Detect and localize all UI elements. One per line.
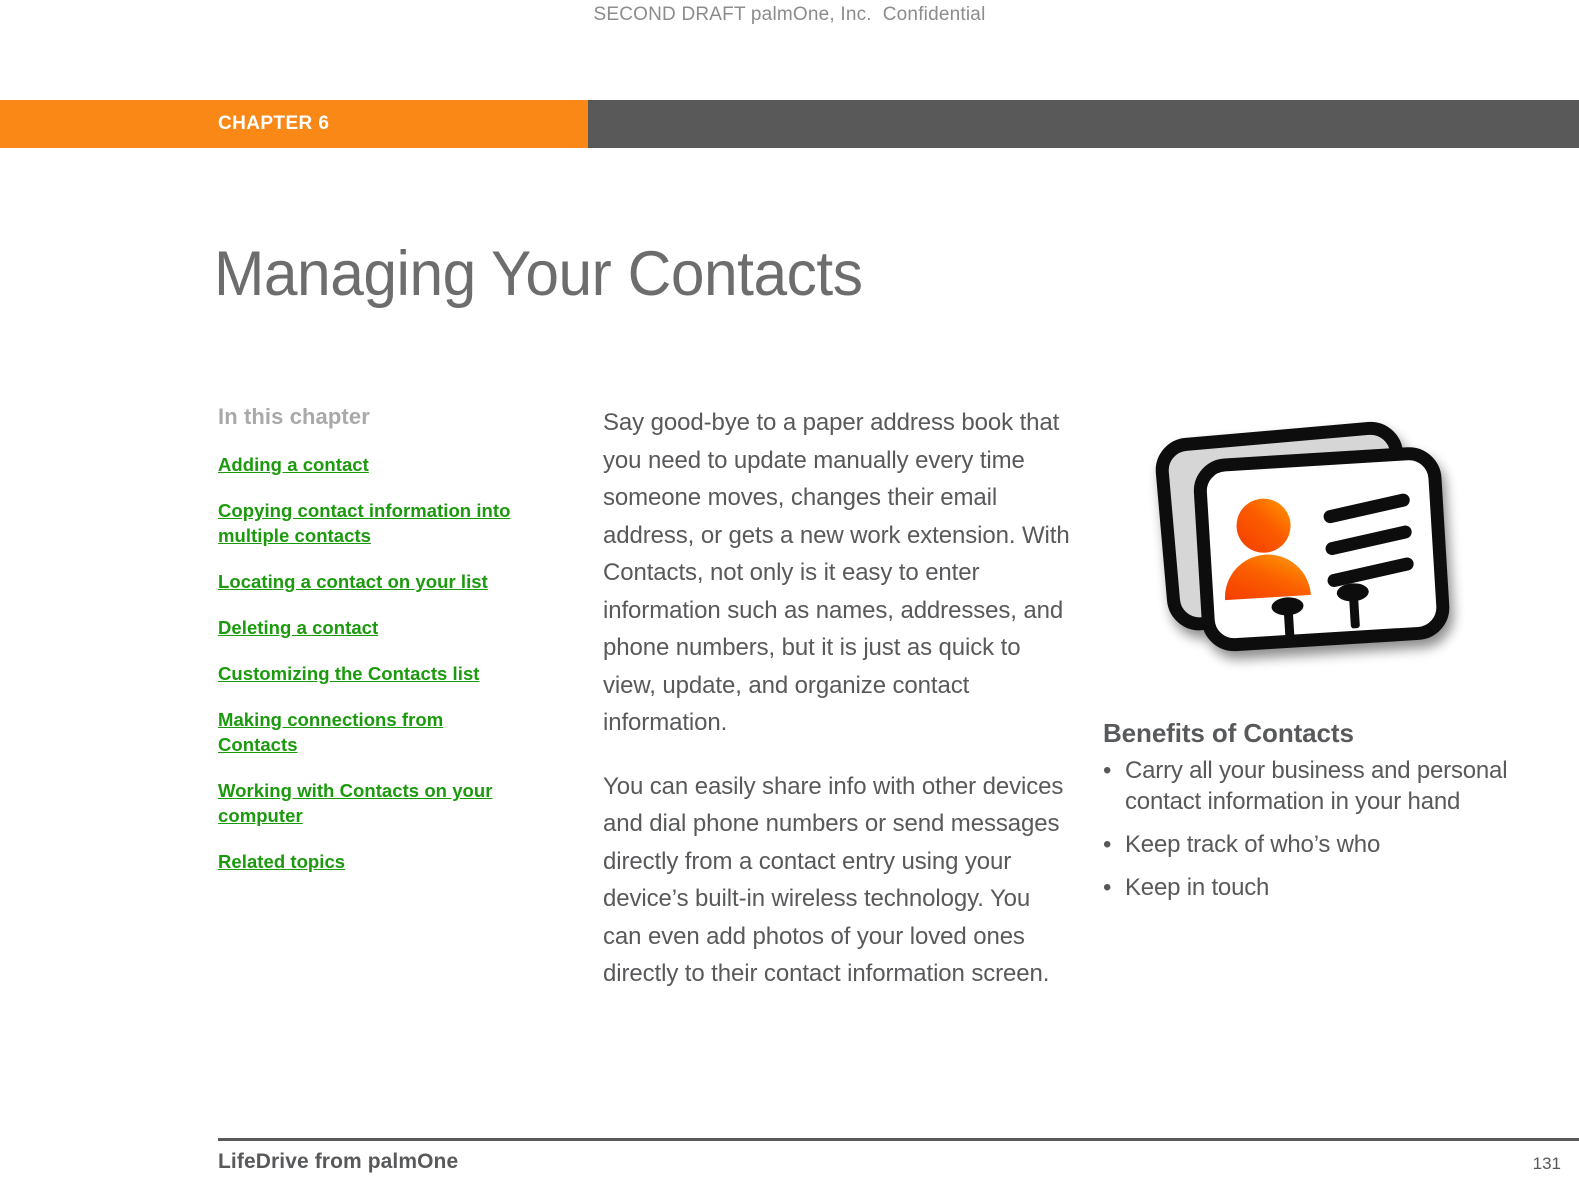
bullet-icon: • — [1103, 831, 1112, 858]
footer-divider — [218, 1138, 1579, 1141]
benefits-list-item: • Keep track of who’s who — [1103, 829, 1568, 860]
benefits-list: • Carry all your business and personal co… — [1103, 755, 1568, 903]
chapter-banner: CHAPTER 6 — [0, 100, 1579, 148]
page-title: Managing Your Contacts — [214, 239, 863, 310]
toc-link-copying-contact-information[interactable]: Copying contact information into multipl… — [218, 498, 518, 548]
in-this-chapter-heading: In this chapter — [218, 404, 370, 429]
toc-link-adding-a-contact[interactable]: Adding a contact — [218, 452, 518, 477]
toc-link-deleting-a-contact[interactable]: Deleting a contact — [218, 615, 518, 640]
toc-link-related-topics[interactable]: Related topics — [218, 849, 518, 874]
toc-link-locating-a-contact[interactable]: Locating a contact on your list — [218, 569, 518, 594]
bullet-icon: • — [1103, 874, 1112, 901]
toc-link-making-connections[interactable]: Making connections from Contacts — [218, 707, 518, 757]
benefits-list-item: • Carry all your business and personal co… — [1103, 755, 1568, 817]
bullet-icon: • — [1103, 757, 1112, 784]
toc-link-customizing-the-contacts-list[interactable]: Customizing the Contacts list — [218, 661, 518, 686]
benefits-item-text: Carry all your business and personal con… — [1125, 757, 1508, 815]
benefits-column: Benefits of Contacts • Carry all your bus… — [1103, 404, 1568, 915]
contact-cards-illustration — [1135, 404, 1495, 704]
benefits-item-text: Keep track of who’s who — [1125, 831, 1381, 858]
benefits-heading: Benefits of Contacts — [1103, 718, 1354, 748]
intro-body-column: Say good-bye to a paper address book tha… — [603, 404, 1073, 993]
intro-paragraph-1: Say good-bye to a paper address book tha… — [603, 409, 1070, 736]
benefits-list-item: • Keep in touch — [1103, 872, 1568, 903]
page-number: 131 — [1532, 1154, 1561, 1173]
intro-paragraph-2: You can easily share info with other dev… — [603, 772, 1064, 988]
chapter-number-label: CHAPTER 6 — [218, 113, 330, 134]
draft-watermark-header: SECOND DRAFT palmOne, Inc. Confidential — [593, 4, 986, 25]
toc-link-working-with-contacts-on-computer[interactable]: Working with Contacts on your computer — [218, 778, 518, 828]
benefits-item-text: Keep in touch — [1125, 874, 1270, 901]
in-this-chapter-sidebar: In this chapter Adding a contact Copying… — [218, 404, 518, 895]
